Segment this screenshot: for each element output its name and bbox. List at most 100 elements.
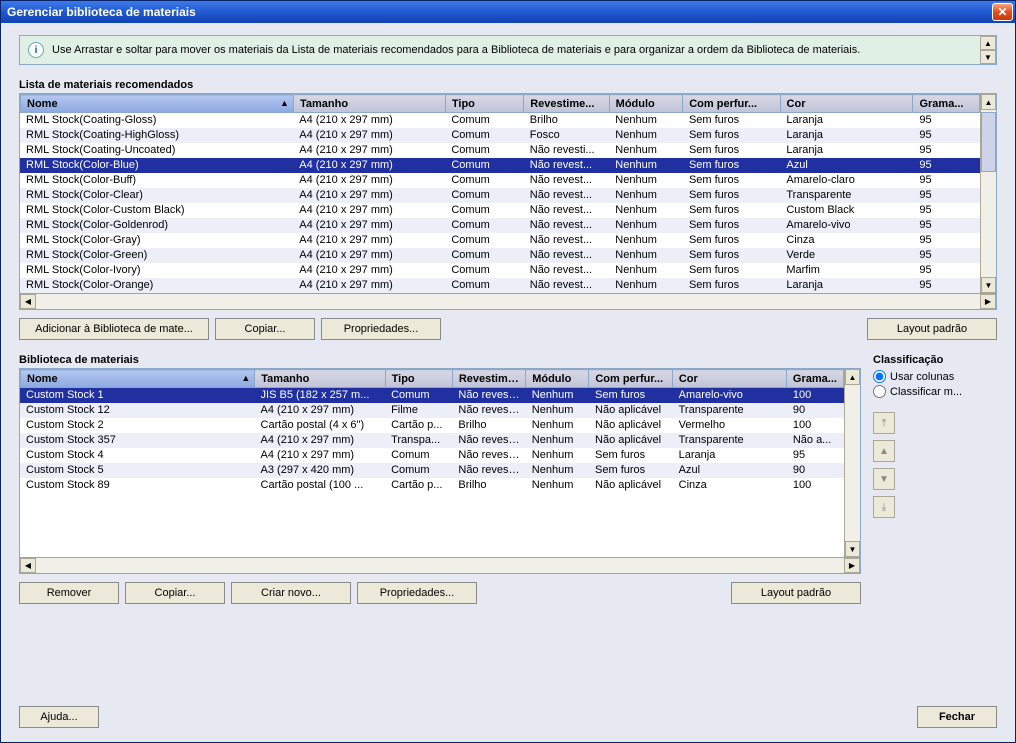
column-header[interactable]: Cor <box>780 95 913 113</box>
table-row[interactable]: Custom Stock 5A3 (297 x 420 mm)ComumNão … <box>20 463 844 478</box>
add-to-library-button[interactable]: Adicionar à Biblioteca de mate... <box>19 318 209 340</box>
sort-arrow-icon: ▲ <box>280 98 289 108</box>
table-row[interactable]: RML Stock(Color-Gray)A4 (210 x 297 mm)Co… <box>20 233 980 248</box>
table-cell: Sem furos <box>683 278 780 293</box>
table-cell: A4 (210 x 297 mm) <box>293 113 445 128</box>
table-cell: Comum <box>385 463 452 478</box>
copy-button-top[interactable]: Copiar... <box>215 318 315 340</box>
table-row[interactable]: RML Stock(Color-Green)A4 (210 x 297 mm)C… <box>20 248 980 263</box>
library-hscroll[interactable]: ◀ ▶ <box>19 558 861 574</box>
table-row[interactable]: RML Stock(Color-Clear)A4 (210 x 297 mm)C… <box>20 188 980 203</box>
column-header[interactable]: Revestime... <box>452 370 525 388</box>
table-cell: RML Stock(Coating-Gloss) <box>20 113 293 128</box>
scroll-right-icon[interactable]: ▶ <box>844 558 860 573</box>
move-bottom-button[interactable]: ⤓ <box>873 496 895 518</box>
move-down-button[interactable]: ▼ <box>873 468 895 490</box>
scroll-down-icon[interactable]: ▼ <box>981 277 996 293</box>
table-cell: Comum <box>445 143 523 158</box>
table-cell: Amarelo-claro <box>780 173 913 188</box>
help-button[interactable]: Ajuda... <box>19 706 99 728</box>
recommended-table: Nome▲TamanhoTipoRevestime...MóduloCom pe… <box>19 93 997 294</box>
table-row[interactable]: RML Stock(Color-Blue)A4 (210 x 297 mm)Co… <box>20 158 980 173</box>
scroll-left-icon[interactable]: ◀ <box>20 294 36 309</box>
table-cell: Laranja <box>673 448 787 463</box>
radio-use-columns[interactable]: Usar colunas <box>873 370 997 383</box>
scroll-up-icon[interactable]: ▲ <box>981 94 996 110</box>
scroll-down-icon[interactable]: ▼ <box>845 541 860 557</box>
hint-box: i Use Arrastar e soltar para mover os ma… <box>19 35 997 65</box>
table-row[interactable]: RML Stock(Coating-Gloss)A4 (210 x 297 mm… <box>20 113 980 128</box>
column-header[interactable]: Revestime... <box>524 95 609 113</box>
column-header[interactable]: Cor <box>672 370 786 388</box>
column-header[interactable]: Nome▲ <box>21 95 294 113</box>
default-layout-button-bottom[interactable]: Layout padrão <box>731 582 861 604</box>
table-row[interactable]: Custom Stock 1JIS B5 (182 x 257 m...Comu… <box>20 388 844 403</box>
table-cell: Não aplicável <box>589 403 673 418</box>
table-row[interactable]: RML Stock(Color-Custom Black)A4 (210 x 2… <box>20 203 980 218</box>
table-row[interactable]: RML Stock(Color-Goldenrod)A4 (210 x 297 … <box>20 218 980 233</box>
column-header[interactable]: Grama... <box>786 370 843 388</box>
table-cell: 95 <box>913 218 980 233</box>
column-header[interactable]: Com perfur... <box>683 95 780 113</box>
table-cell: Comum <box>445 128 523 143</box>
create-new-button[interactable]: Criar novo... <box>231 582 351 604</box>
table-cell: Custom Stock 89 <box>20 478 255 493</box>
table-cell: Brilho <box>524 113 610 128</box>
table-cell: Sem furos <box>683 143 780 158</box>
properties-button-top[interactable]: Propriedades... <box>321 318 441 340</box>
properties-button-bottom[interactable]: Propriedades... <box>357 582 477 604</box>
table-cell: 95 <box>913 113 980 128</box>
column-header[interactable]: Tamanho <box>255 370 385 388</box>
column-header[interactable]: Tipo <box>385 370 452 388</box>
scroll-up-icon[interactable]: ▲ <box>845 369 860 385</box>
move-top-button[interactable]: ⤒ <box>873 412 895 434</box>
column-header[interactable]: Nome▲ <box>21 370 255 388</box>
table-cell: Sem furos <box>683 158 780 173</box>
radio-classify-m-input[interactable] <box>873 385 886 398</box>
table-cell: Não revest... <box>524 203 610 218</box>
table-cell: A4 (210 x 297 mm) <box>255 433 386 448</box>
table-row[interactable]: Custom Stock 89Cartão postal (100 ...Car… <box>20 478 844 493</box>
table-row[interactable]: RML Stock(Coating-Uncoated)A4 (210 x 297… <box>20 143 980 158</box>
column-header[interactable]: Grama... <box>913 95 980 113</box>
table-row[interactable]: RML Stock(Color-Orange)A4 (210 x 297 mm)… <box>20 278 980 293</box>
table-row[interactable]: Custom Stock 4A4 (210 x 297 mm)ComumNão … <box>20 448 844 463</box>
table-row[interactable]: Custom Stock 12A4 (210 x 297 mm)FilmeNão… <box>20 403 844 418</box>
scroll-right-icon[interactable]: ▶ <box>980 294 996 309</box>
table-cell: Comum <box>445 278 523 293</box>
table-cell: Filme <box>385 403 452 418</box>
table-cell: Transparente <box>780 188 913 203</box>
column-header[interactable]: Com perfur... <box>589 370 673 388</box>
table-cell: Amarelo-vivo <box>780 218 913 233</box>
column-header[interactable]: Tamanho <box>293 95 445 113</box>
remove-button[interactable]: Remover <box>19 582 119 604</box>
default-layout-button-top[interactable]: Layout padrão <box>867 318 997 340</box>
close-icon[interactable]: ✕ <box>992 3 1013 21</box>
table-cell: Laranja <box>780 128 913 143</box>
table-cell: Comum <box>445 263 523 278</box>
radio-use-columns-input[interactable] <box>873 370 886 383</box>
recommended-vscroll[interactable]: ▲ ▼ <box>980 94 996 293</box>
hint-scroll-down[interactable]: ▼ <box>980 50 996 64</box>
table-cell: Comum <box>385 448 452 463</box>
table-cell: A4 (210 x 297 mm) <box>293 143 445 158</box>
column-header[interactable]: Módulo <box>609 95 683 113</box>
close-button[interactable]: Fechar <box>917 706 997 728</box>
table-row[interactable]: RML Stock(Color-Buff)A4 (210 x 297 mm)Co… <box>20 173 980 188</box>
library-vscroll[interactable]: ▲ ▼ <box>844 369 860 557</box>
table-cell: 100 <box>787 388 844 403</box>
hint-text: Use Arrastar e soltar para mover os mate… <box>52 44 878 56</box>
table-row[interactable]: RML Stock(Color-Ivory)A4 (210 x 297 mm)C… <box>20 263 980 278</box>
copy-button-bottom[interactable]: Copiar... <box>125 582 225 604</box>
hint-scroll-up[interactable]: ▲ <box>980 36 996 50</box>
table-cell: Custom Stock 5 <box>20 463 255 478</box>
table-row[interactable]: RML Stock(Coating-HighGloss)A4 (210 x 29… <box>20 128 980 143</box>
table-row[interactable]: Custom Stock 357A4 (210 x 297 mm)Transpa… <box>20 433 844 448</box>
scroll-left-icon[interactable]: ◀ <box>20 558 36 573</box>
move-up-button[interactable]: ▲ <box>873 440 895 462</box>
column-header[interactable]: Módulo <box>526 370 589 388</box>
column-header[interactable]: Tipo <box>445 95 523 113</box>
table-row[interactable]: Custom Stock 2Cartão postal (4 x 6")Cart… <box>20 418 844 433</box>
radio-classify-m[interactable]: Classificar m... <box>873 385 997 398</box>
recommended-hscroll[interactable]: ◀ ▶ <box>19 294 997 310</box>
